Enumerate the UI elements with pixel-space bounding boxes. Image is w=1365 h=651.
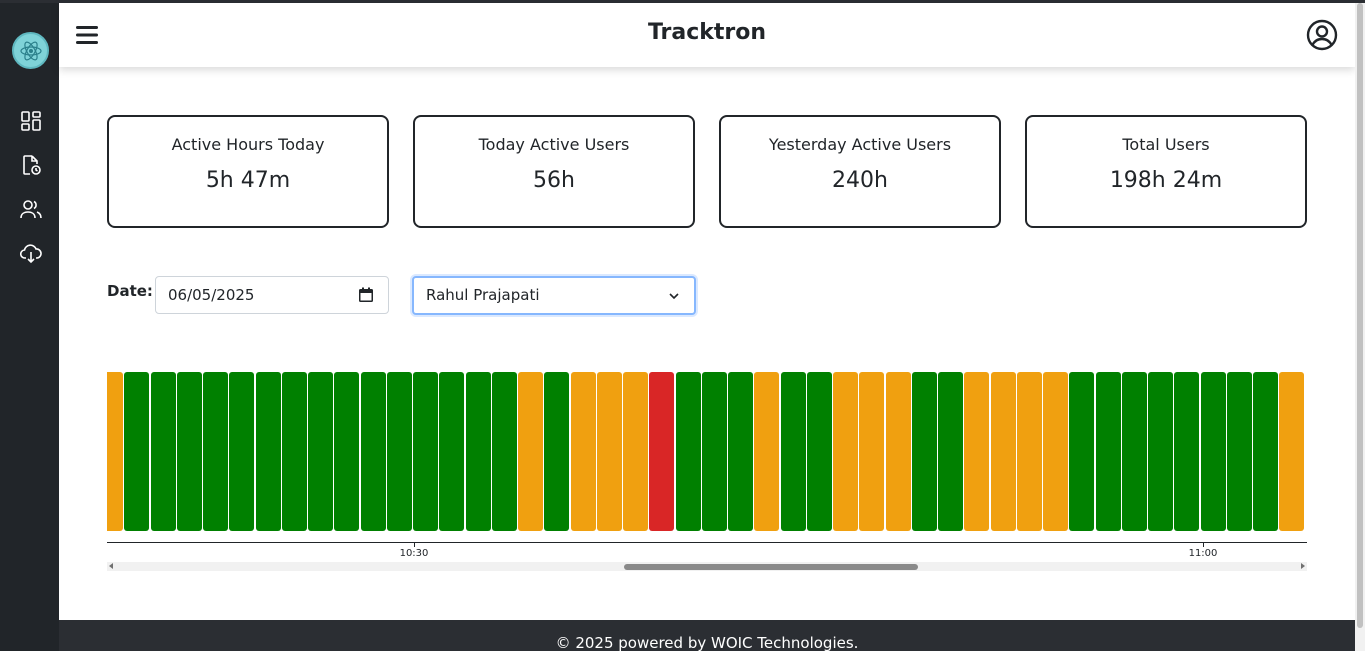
stat-value: 5h 47m [205, 168, 291, 193]
timeline-segment-idle[interactable] [754, 372, 780, 531]
footer-text: © 2025 powered by WOIC Technologies. [555, 634, 859, 651]
user-profile-icon[interactable] [1306, 19, 1338, 51]
tick-label-1030: 10:30 [399, 548, 429, 559]
logo-atom-icon[interactable] [12, 32, 49, 69]
timeline-segment-active[interactable] [491, 372, 517, 531]
timeline-segment-idle[interactable] [1279, 372, 1305, 531]
timeline-segment-active[interactable] [701, 372, 727, 531]
timeline-segment-idle[interactable] [623, 372, 648, 531]
users-icon[interactable] [19, 197, 43, 221]
timeline-segment-active[interactable] [544, 372, 570, 531]
timeline-segment-active[interactable] [360, 372, 386, 531]
timeline-segment-idle[interactable] [964, 372, 990, 531]
stat-label: Total Users [1122, 135, 1210, 154]
timeline-segment-active[interactable] [255, 372, 281, 531]
tick-label-1100: 11:00 [1188, 548, 1218, 559]
timeline-scroll-thumb[interactable] [624, 564, 918, 570]
timeline-segment-idle[interactable] [518, 372, 543, 531]
timeline-segment-active[interactable] [124, 372, 150, 531]
timeline-segment-idle[interactable] [1043, 372, 1068, 531]
timeline-segment-idle[interactable] [859, 372, 885, 531]
timeline-segment-active[interactable] [229, 372, 255, 531]
date-label: Date: [107, 282, 153, 300]
timeline-segment-active[interactable] [413, 372, 438, 531]
timeline-segment-idle[interactable] [596, 372, 622, 531]
stat-value: 56h [533, 168, 575, 193]
sidebar [0, 3, 59, 651]
app-title: Tracktron [647, 20, 767, 45]
timeline-segment-active[interactable] [465, 372, 491, 531]
timeline-segment-idle[interactable] [833, 372, 858, 531]
timeline-segment-active[interactable] [308, 372, 333, 531]
cloud-download-icon[interactable] [19, 241, 43, 265]
timeline-segment-active[interactable] [1253, 372, 1278, 531]
scroll-right-arrow-icon[interactable] [1301, 563, 1305, 569]
timeline-segment-active[interactable] [439, 372, 465, 531]
date-input[interactable]: 06/05/2025 [155, 276, 389, 314]
footer: © 2025 powered by WOIC Technologies. [59, 620, 1355, 651]
timeline-segment-active[interactable] [911, 372, 937, 531]
timeline-segment-idle[interactable] [885, 372, 911, 531]
timeline-segment-idle[interactable] [990, 372, 1016, 531]
timeline-segment-active[interactable] [728, 372, 753, 531]
timeline-segment-active[interactable] [1095, 372, 1121, 531]
page-scroll-thumb[interactable] [1357, 3, 1363, 628]
user-select[interactable]: Rahul Prajapati [412, 276, 696, 315]
timeline-segment-active[interactable] [386, 372, 412, 531]
timeline-segment-active[interactable] [1174, 372, 1200, 531]
timeline-segment-active[interactable] [1069, 372, 1095, 531]
calendar-icon[interactable] [358, 287, 374, 303]
stat-label: Yesterday Active Users [768, 135, 952, 154]
timeline-segment-inactive[interactable] [649, 372, 675, 531]
chevron-down-icon [669, 293, 679, 300]
stat-card-total-users: Total Users 198h 24m [1025, 115, 1307, 228]
timeline-segment-active[interactable] [1148, 372, 1173, 531]
timeline-segment-active[interactable] [176, 372, 202, 531]
timeline-segment-active[interactable] [203, 372, 228, 531]
dashboard-icon[interactable] [19, 109, 43, 133]
stat-label: Today Active Users [478, 135, 630, 154]
timeline-scrollbar[interactable] [107, 562, 1307, 571]
report-clock-icon[interactable] [19, 153, 43, 177]
timeline-segment-active[interactable] [334, 372, 360, 531]
user-select-value: Rahul Prajapati [426, 286, 540, 304]
stat-card-today-active-users: Today Active Users 56h [413, 115, 695, 228]
stat-label: Active Hours Today [171, 135, 325, 154]
timeline-segment-idle[interactable] [107, 372, 123, 531]
stat-card-yesterday-active-users: Yesterday Active Users 240h [719, 115, 1001, 228]
timeline-segment-active[interactable] [150, 372, 176, 531]
timeline-segment-active[interactable] [281, 372, 307, 531]
stat-value: 240h [832, 168, 888, 193]
axis-tick [414, 542, 415, 547]
stat-card-active-hours: Active Hours Today 5h 47m [107, 115, 389, 228]
axis-tick [1203, 542, 1204, 547]
timeline-segment-active[interactable] [675, 372, 701, 531]
stat-value: 198h 24m [1109, 168, 1223, 193]
timeline-segment-active[interactable] [1200, 372, 1226, 531]
timeline-segment-idle[interactable] [1016, 372, 1042, 531]
scroll-left-arrow-icon[interactable] [109, 563, 113, 569]
timeline-segment-active[interactable] [1121, 372, 1147, 531]
timeline-axis [107, 542, 1307, 543]
timeline-segment-idle[interactable] [570, 372, 596, 531]
date-value: 06/05/2025 [168, 286, 255, 304]
timeline-segment-active[interactable] [1226, 372, 1252, 531]
main-content: Tracktron Active Hours Today 5h 47m Toda… [59, 3, 1355, 620]
activity-timeline [107, 372, 1307, 532]
page-scrollbar[interactable] [1355, 3, 1365, 651]
timeline-segment-active[interactable] [806, 372, 832, 531]
timeline-segment-active[interactable] [780, 372, 806, 531]
top-header: Tracktron [59, 3, 1355, 67]
timeline-segment-active[interactable] [938, 372, 963, 531]
